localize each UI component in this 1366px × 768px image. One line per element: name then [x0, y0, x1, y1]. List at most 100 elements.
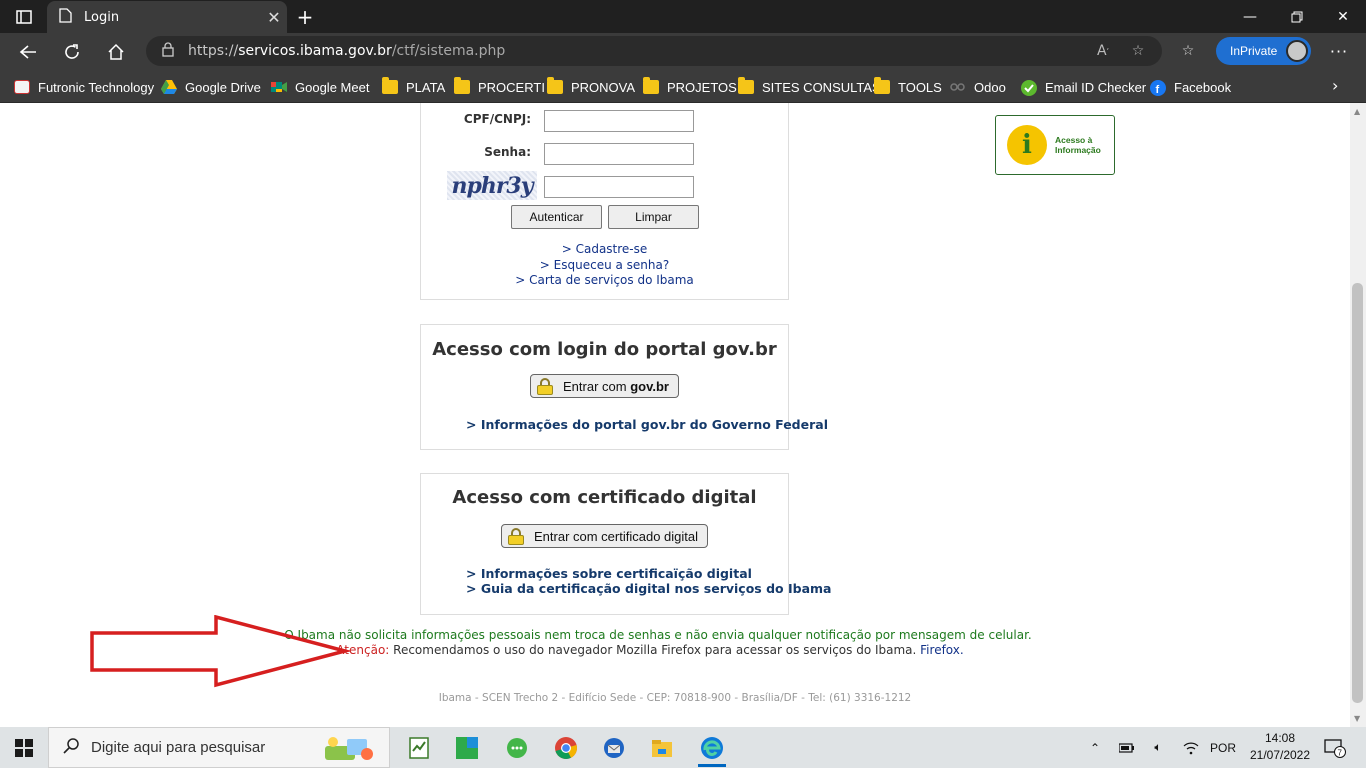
certificate-guide-link[interactable]: > Guia da certificação digital nos servi…	[466, 581, 831, 596]
odoo-icon	[950, 80, 966, 94]
page-footer: Ibama - SCEN Trecho 2 - Edifício Sede - …	[438, 692, 912, 704]
scrollbar-thumb[interactable]	[1352, 283, 1363, 703]
profile-avatar	[1286, 40, 1308, 62]
clock-time: 14:08	[1264, 731, 1296, 745]
favorites-icon[interactable]: ☆	[1175, 38, 1201, 64]
password-input[interactable]	[544, 143, 694, 165]
bookmark-pronova[interactable]: PRONOVA	[547, 76, 635, 98]
bookmark-futronic[interactable]: Futronic Technology	[14, 76, 154, 98]
back-icon[interactable]	[12, 36, 44, 68]
bookmark-google-meet[interactable]: Google Meet	[271, 76, 369, 98]
bookmark-label: PLATA	[406, 79, 446, 95]
bookmark-label: PRONOVA	[571, 79, 636, 95]
bookmark-procerti[interactable]: PROCERTI	[454, 76, 545, 98]
chevron-right-icon[interactable]: ›	[1332, 76, 1338, 95]
restore-icon[interactable]	[1274, 0, 1320, 33]
clear-button[interactable]: Limpar	[608, 205, 699, 229]
thunderbird-icon[interactable]	[590, 727, 638, 768]
bookmark-label: PROCERTI	[478, 79, 545, 95]
scroll-up-icon[interactable]: ▲	[1354, 107, 1360, 116]
login-panel: CPF/CNPJ: Senha: nphr3y Autenticar Limpa…	[420, 103, 789, 300]
browser-tab[interactable]: Login ✕	[47, 1, 287, 33]
windows-start-icon[interactable]	[0, 727, 48, 768]
close-tab-icon[interactable]: ✕	[261, 8, 287, 27]
bookmark-sites-consultas[interactable]: SITES CONSULTAS	[738, 76, 881, 98]
bookmark-label: PROJETOS	[667, 79, 737, 95]
folder-icon	[547, 77, 563, 94]
firefox-link[interactable]: Firefox.	[920, 643, 964, 657]
cpf-input[interactable]	[544, 110, 694, 132]
red-arrow-annotation	[90, 615, 350, 688]
govbr-title: Acesso com login do portal gov.br	[432, 339, 777, 360]
taskbar-search[interactable]: Digite aqui para pesquisar	[48, 727, 390, 768]
edge-icon[interactable]	[688, 727, 736, 768]
url-domain: servicos.ibama.gov.br	[238, 43, 392, 59]
forgot-password-link[interactable]: > Esqueceu a senha?	[421, 258, 788, 272]
certificate-title: Acesso com certificado digital	[452, 487, 757, 508]
bookmark-google-drive[interactable]: Google Drive	[161, 76, 261, 98]
chrome-icon[interactable]	[542, 727, 590, 768]
authenticate-button[interactable]: Autenticar	[511, 205, 602, 229]
clock-date: 21/07/2022	[1249, 748, 1311, 762]
notification-center-icon[interactable]: 7	[1322, 727, 1348, 768]
browser-toolbar: https://servicos.ibama.gov.br/ctf/sistem…	[0, 33, 1366, 70]
bookmark-facebook[interactable]: f Facebook	[1150, 76, 1231, 98]
clock[interactable]: 14:08 21/07/2022	[1240, 730, 1320, 764]
register-link[interactable]: > Cadastre-se	[421, 242, 788, 256]
search-icon	[63, 737, 79, 758]
scroll-down-icon[interactable]: ▼	[1354, 714, 1360, 723]
address-bar[interactable]: https://servicos.ibama.gov.br/ctf/sistem…	[146, 36, 1162, 66]
bookmark-label: SITES CONSULTAS	[762, 79, 881, 95]
page-viewport: CPF/CNPJ: Senha: nphr3y Autenticar Limpa…	[0, 103, 1350, 727]
futronic-icon	[14, 80, 30, 94]
bookmark-tools[interactable]: TOOLS	[874, 76, 942, 98]
folder-icon	[874, 77, 890, 94]
bookmarks-bar: Futronic Technology Google Drive Google …	[0, 70, 1366, 103]
language-indicator[interactable]: POR	[1208, 727, 1238, 768]
add-favorite-icon[interactable]: ☆	[1125, 38, 1151, 64]
bookmark-projetos[interactable]: PROJETOS	[643, 76, 737, 98]
acesso-informacao-badge[interactable]: i Acesso à Informação	[995, 115, 1115, 175]
folder-icon	[382, 77, 398, 94]
close-window-icon[interactable]: ✕	[1320, 0, 1366, 33]
inprivate-button[interactable]: InPrivate	[1216, 37, 1311, 65]
show-hidden-icons[interactable]: ⌃	[1085, 727, 1105, 768]
more-options-icon[interactable]: ···	[1326, 37, 1352, 65]
volume-icon[interactable]: 🔈︎	[1148, 727, 1168, 768]
minimize-icon[interactable]: —	[1227, 0, 1273, 33]
bookmark-label: Facebook	[1174, 79, 1232, 95]
network-icon[interactable]	[1181, 727, 1201, 768]
green-app-icon[interactable]	[443, 727, 491, 768]
govbr-info-link[interactable]: > Informações do portal gov.br do Govern…	[466, 417, 828, 432]
acesso-informacao-text: Acesso à Informação	[1055, 135, 1101, 155]
certificate-login-button[interactable]: Entrar com certificado digital	[501, 524, 708, 548]
read-aloud-icon[interactable]: Aʼ	[1090, 38, 1116, 64]
page-scrollbar[interactable]: ▲ ▼	[1350, 103, 1366, 727]
captcha-input[interactable]	[544, 176, 694, 198]
refresh-icon[interactable]	[56, 36, 88, 68]
captcha-image: nphr3y	[447, 171, 537, 200]
govbr-login-button[interactable]: Entrar com gov.br	[530, 374, 679, 398]
services-charter-link[interactable]: > Carta de serviços do Ibama	[421, 273, 788, 287]
google-meet-icon	[271, 80, 287, 94]
battery-icon[interactable]	[1117, 727, 1137, 768]
certificate-info-link[interactable]: > Informações sobre certificaïção digita…	[466, 566, 752, 581]
file-explorer-icon[interactable]	[638, 727, 686, 768]
facebook-icon: f	[1150, 80, 1166, 96]
home-icon[interactable]	[100, 36, 132, 68]
bookmark-odoo[interactable]: Odoo	[950, 76, 1006, 98]
notepad-app-icon[interactable]	[395, 727, 443, 768]
page-icon	[59, 7, 72, 27]
google-drive-icon	[161, 80, 177, 94]
lock-icon	[508, 527, 524, 545]
bookmark-label: Google Meet	[295, 79, 370, 95]
bookmark-email-id-checker[interactable]: Email ID Checker	[1021, 76, 1146, 98]
tab-actions-icon[interactable]	[6, 4, 42, 30]
bookmark-plata[interactable]: PLATA	[382, 76, 445, 98]
new-tab-icon[interactable]: +	[292, 4, 318, 30]
senha-label: Senha:	[484, 145, 531, 159]
info-icon: i	[1007, 125, 1047, 165]
chat-app-icon[interactable]	[493, 727, 541, 768]
search-highlight-icon	[325, 736, 377, 766]
lock-icon[interactable]	[162, 41, 174, 61]
